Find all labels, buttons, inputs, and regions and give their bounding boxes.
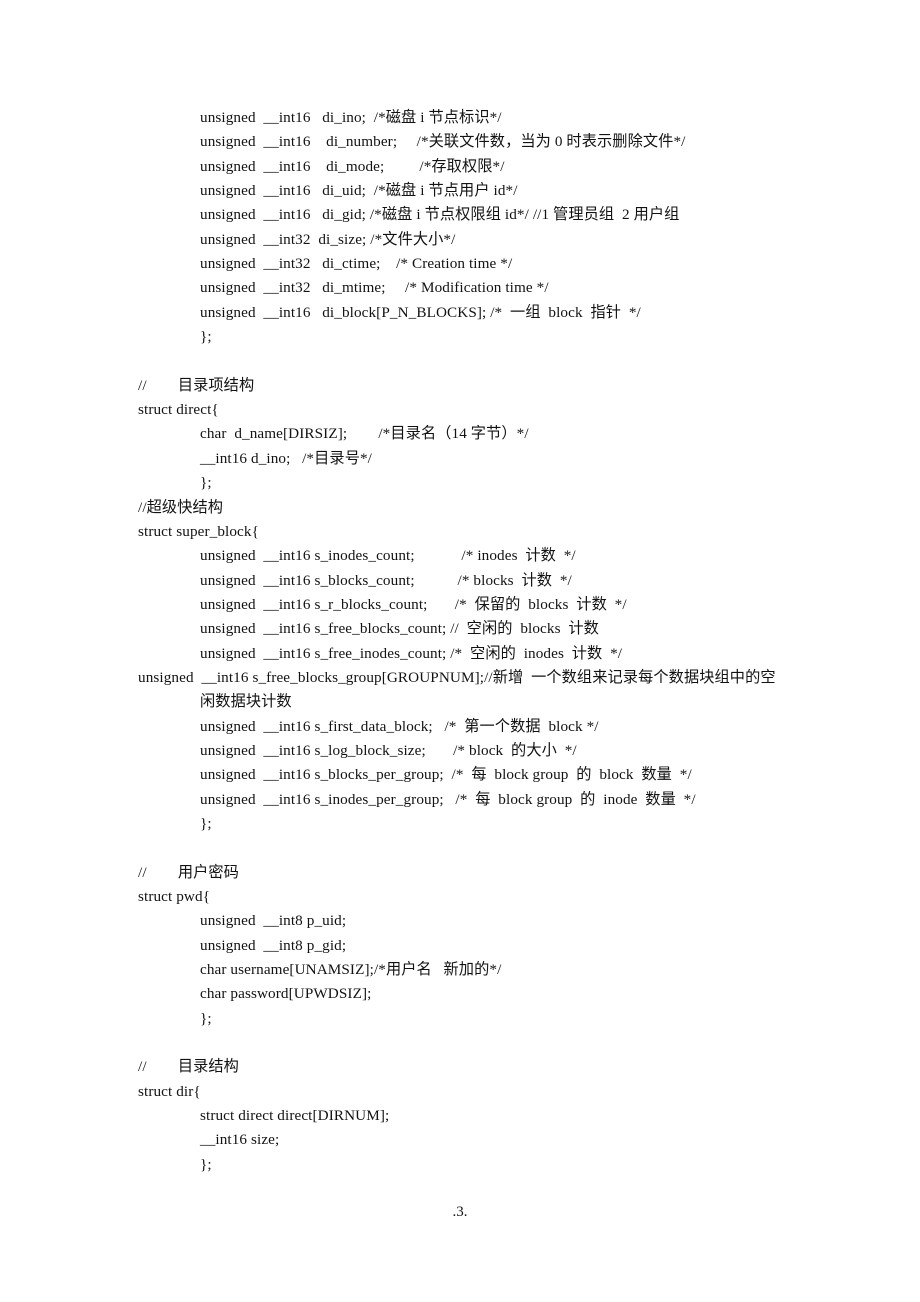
code-line: __int16 size;	[200, 1131, 280, 1149]
code-line: unsigned __int16 s_blocks_count; /* bloc…	[200, 571, 572, 589]
code-line: unsigned __int16 s_first_data_block; /* …	[200, 717, 599, 735]
code-line: unsigned __int16 s_blocks_per_group; /* …	[200, 766, 692, 784]
code-line: };	[200, 328, 212, 346]
code-line: unsigned __int32 di_ctime; /* Creation t…	[200, 255, 513, 273]
code-line: unsigned __int32 di_mtime; /* Modificati…	[200, 279, 549, 297]
code-line: struct super_block{	[138, 522, 259, 540]
code-line: //超级快结构	[138, 498, 224, 516]
code-line: unsigned __int16 s_r_blocks_count; /* 保留…	[200, 595, 627, 613]
document-page: unsigned __int16 di_ino; /*磁盘 i 节点标识*/ un…	[0, 0, 920, 1302]
code-line: unsigned __int16 di_uid; /*磁盘 i 节点用户 id*…	[200, 182, 518, 200]
code-line: unsigned __int16 s_log_block_size; /* bl…	[200, 741, 577, 759]
code-line: struct pwd{	[138, 888, 211, 905]
code-line: char password[UPWDSIZ];	[200, 985, 372, 1003]
code-line: unsigned __int16 s_free_blocks_group[GRO…	[138, 668, 776, 711]
code-line: unsigned __int16 s_free_blocks_count; //…	[200, 620, 599, 638]
code-line: };	[200, 474, 212, 492]
code-line: unsigned __int16 di_mode; /*存取权限*/	[200, 157, 505, 175]
code-line: // 目录结构	[138, 1058, 239, 1076]
code-line: char d_name[DIRSIZ]; /*目录名（14 字节）*/	[200, 425, 529, 443]
code-line: unsigned __int16 di_number; /*关联文件数，当为 0…	[200, 133, 686, 151]
code-line: struct dir{	[138, 1082, 201, 1100]
code-line: };	[200, 814, 212, 832]
code-line: unsigned __int16 s_inodes_count; /* inod…	[200, 547, 576, 565]
code-line: // 用户密码	[138, 863, 239, 881]
code-line: __int16 d_ino; /*目录号*/	[200, 449, 372, 467]
code-line: unsigned __int32 di_size; /*文件大小*/	[200, 230, 456, 248]
code-line: struct direct direct[DIRNUM];	[200, 1107, 390, 1125]
code-line: // 目录项结构	[138, 376, 255, 394]
code-line: unsigned __int8 p_gid;	[200, 936, 347, 954]
code-line: unsigned __int16 di_ino; /*磁盘 i 节点标识*/	[200, 109, 502, 126]
code-line: char username[UNAMSIZ];/*用户名 新加的*/	[200, 961, 502, 979]
code-line: unsigned __int8 p_uid;	[200, 912, 347, 930]
code-line: struct direct{	[138, 401, 219, 419]
document-body: unsigned __int16 di_ino; /*磁盘 i 节点标识*/ un…	[138, 106, 786, 1177]
code-line: };	[200, 1009, 212, 1027]
code-line: unsigned __int16 s_inodes_per_group; /* …	[200, 790, 696, 808]
code-line: unsigned __int16 di_gid; /*磁盘 i 节点权限组 id…	[200, 206, 680, 224]
code-line: };	[200, 1155, 212, 1173]
code-line: unsigned __int16 di_block[P_N_BLOCKS]; /…	[200, 303, 641, 321]
page-number-footer: .3.	[452, 1204, 468, 1220]
code-line: unsigned __int16 s_free_inodes_count; /*…	[200, 644, 623, 662]
